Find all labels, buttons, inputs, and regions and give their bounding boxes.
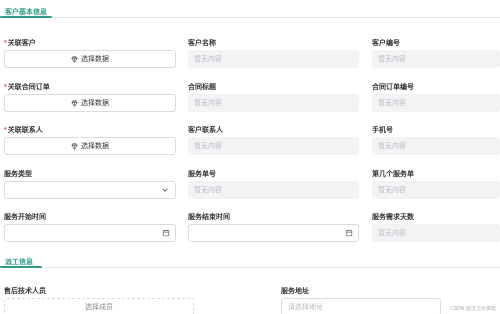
linked-contract-label: *关联合同订单	[4, 82, 50, 92]
gem-icon	[71, 142, 78, 150]
service-days-field: 暂无内容	[372, 224, 500, 242]
service-end-date-input[interactable]	[188, 224, 359, 242]
chevron-down-icon	[162, 188, 168, 192]
service-start-label: 服务开始时间	[4, 214, 46, 221]
service-type-label: 服务类型	[4, 171, 32, 178]
required-mark: *	[4, 127, 7, 134]
customer-name-field: 暂无内容	[188, 50, 359, 68]
service-address-input[interactable]: 请选择地址	[281, 298, 441, 314]
service-address-label: 服务地址	[281, 288, 309, 295]
button-label: 选择数据	[81, 143, 109, 150]
section-accent-bar	[0, 16, 52, 18]
customer-number-label: 客户编号	[372, 40, 400, 47]
divider	[0, 17, 500, 18]
contract-title-field: 暂无内容	[188, 94, 359, 112]
contract-order-number-label: 合同订单编号	[372, 84, 414, 91]
contract-title-label: 合同标题	[188, 84, 216, 91]
customer-contact-field: 暂无内容	[188, 137, 359, 155]
linked-customer-label: *关联客户	[4, 38, 36, 48]
watermark: CSDN @汉卫大侠玩	[450, 306, 496, 312]
select-customer-button[interactable]: 选择数据	[4, 50, 176, 68]
label-text: 关联联系人	[7, 127, 43, 134]
select-member-button[interactable]: 选择成员	[4, 298, 194, 314]
label-text: 关联合同订单	[7, 84, 50, 91]
after-sales-tech-label: 售后技术人员	[4, 288, 46, 295]
divider	[0, 267, 500, 268]
nth-service-field: 暂无内容	[372, 181, 500, 199]
service-type-select[interactable]	[4, 181, 176, 199]
service-end-label: 服务结束时间	[188, 214, 230, 221]
button-label: 选择数据	[81, 56, 109, 63]
gem-icon	[71, 99, 78, 107]
service-number-field: 暂无内容	[188, 181, 359, 199]
service-start-date-input[interactable]	[4, 224, 176, 242]
required-mark: *	[4, 84, 7, 91]
customer-name-label: 客户名称	[188, 40, 216, 47]
button-label: 选择数据	[81, 100, 109, 107]
linked-contact-label: *关联联系人	[4, 125, 43, 135]
mobile-label: 手机号	[372, 127, 393, 134]
calendar-icon	[162, 229, 170, 237]
section-accent-bar	[0, 266, 42, 268]
label-text: 关联客户	[7, 40, 36, 47]
customer-number-field: 暂无内容	[372, 50, 500, 68]
calendar-icon	[345, 229, 353, 237]
select-contact-button[interactable]: 选择数据	[4, 137, 176, 155]
section-header-dispatch: 派工信息	[0, 254, 500, 268]
contract-order-number-field: 暂无内容	[372, 94, 500, 112]
required-mark: *	[4, 40, 7, 47]
service-number-label: 服务单号	[188, 171, 216, 178]
select-contract-button[interactable]: 选择数据	[4, 94, 176, 112]
service-days-label: 服务需求天数	[372, 214, 414, 221]
nth-service-label: 第几个服务单	[372, 171, 414, 178]
customer-contact-label: 客户联系人	[188, 127, 223, 134]
section-header-customer: 客户基本信息	[0, 4, 500, 18]
gem-icon	[71, 55, 78, 63]
mobile-field: 暂无内容	[372, 137, 500, 155]
